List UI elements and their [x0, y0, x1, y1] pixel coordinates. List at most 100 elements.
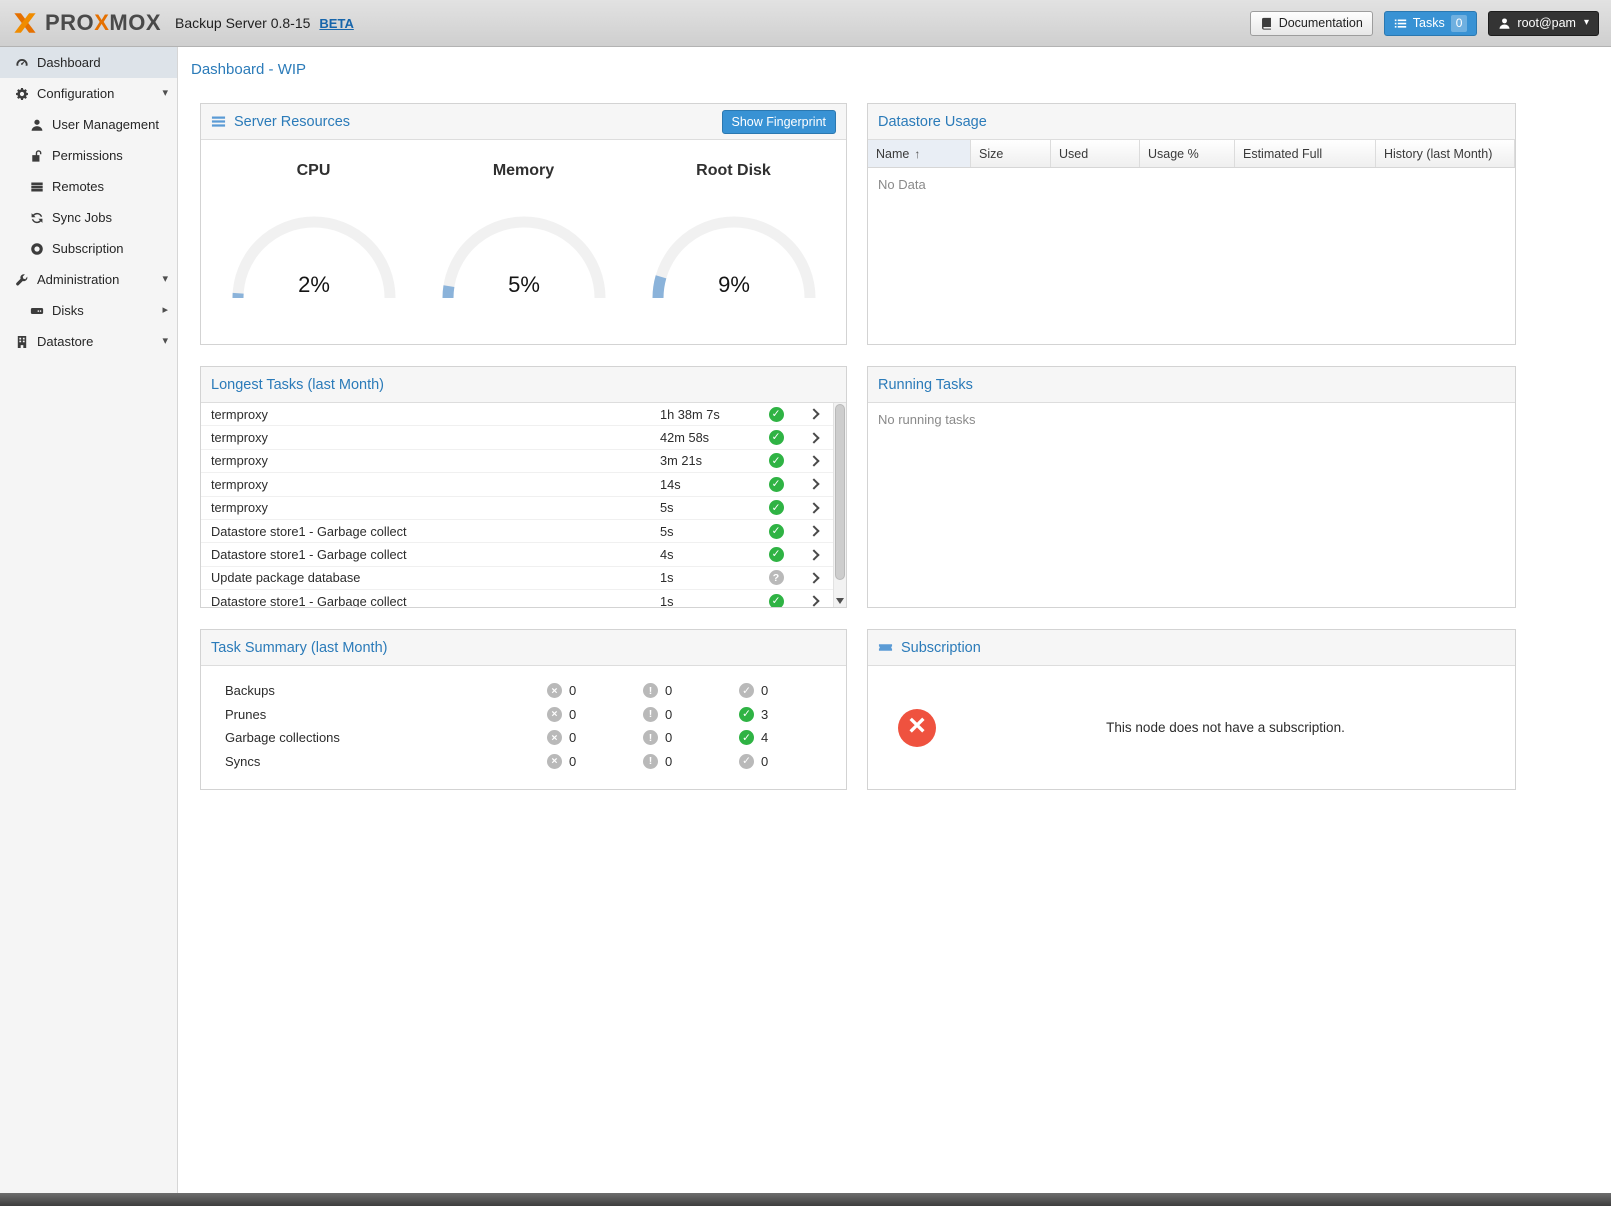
- hdd-icon: [28, 304, 45, 318]
- summary-cell[interactable]: ✓3: [739, 707, 835, 722]
- task-name: Datastore store1 - Garbage collect: [211, 547, 660, 562]
- gauge-label: Memory: [423, 162, 625, 180]
- longest-tasks-panel: Longest Tasks (last Month) termproxy 1h …: [200, 366, 847, 608]
- summary-cell[interactable]: ✓4: [739, 730, 835, 745]
- chevron-right-icon[interactable]: [808, 525, 819, 536]
- task-duration: 14s: [660, 477, 757, 492]
- chevron-right-icon[interactable]: [808, 596, 819, 607]
- summary-label: Prunes: [225, 707, 547, 722]
- collapse-caret-icon[interactable]: ▾: [162, 274, 168, 285]
- gauge-label: Root Disk: [633, 162, 835, 180]
- column-header-history[interactable]: History (last Month): [1376, 140, 1515, 167]
- gauge-value-text: 2%: [298, 272, 330, 297]
- summary-cell[interactable]: ×0: [547, 707, 643, 722]
- panel-title: Server Resources: [234, 114, 350, 130]
- sidebar-item-label: User Management: [52, 117, 168, 132]
- sidebar-item-datastore[interactable]: Datastore ▾: [0, 326, 177, 357]
- collapse-caret-icon[interactable]: ▾: [162, 336, 168, 347]
- server-resources-panel: Server Resources Show Fingerprint CPU 2%…: [200, 103, 847, 345]
- sidebar-item-permissions[interactable]: Permissions: [0, 140, 177, 171]
- task-row[interactable]: Datastore store1 - Garbage collect 5s ✓: [201, 520, 833, 543]
- sidebar-item-sync-jobs[interactable]: Sync Jobs: [0, 202, 177, 233]
- sidebar-item-label: Remotes: [52, 179, 168, 194]
- sidebar-item-label: Datastore: [37, 334, 162, 349]
- chevron-right-icon[interactable]: [808, 549, 819, 560]
- summary-count: 0: [665, 683, 672, 698]
- task-status-icon: ✓: [769, 407, 784, 422]
- sidebar-item-configuration[interactable]: Configuration ▾: [0, 78, 177, 109]
- task-status-icon: ✓: [769, 430, 784, 445]
- sidebar-item-user-management[interactable]: User Management: [0, 109, 177, 140]
- cpu-gauge: CPU 2%: [213, 162, 415, 309]
- summary-cell[interactable]: ×0: [547, 754, 643, 769]
- panel-header: Longest Tasks (last Month): [201, 367, 846, 403]
- sidebar-item-administration[interactable]: Administration ▾: [0, 264, 177, 295]
- task-name: termproxy: [211, 500, 660, 515]
- error-count-icon: ×: [547, 754, 562, 769]
- chevron-right-icon[interactable]: [808, 479, 819, 490]
- user-menu-button[interactable]: root@pam ▾: [1488, 11, 1599, 36]
- datastore-usage-panel: Datastore Usage Name ↑ Size Used Usage %…: [867, 103, 1516, 345]
- chevron-right-icon[interactable]: [808, 455, 819, 466]
- task-status-icon: ✓: [769, 547, 784, 562]
- task-row[interactable]: Update package database 1s ?: [201, 567, 833, 590]
- summary-cell[interactable]: ×0: [547, 730, 643, 745]
- summary-count: 0: [569, 683, 576, 698]
- warning-count-icon: !: [643, 683, 658, 698]
- column-header-name[interactable]: Name ↑: [868, 140, 971, 167]
- warning-count-icon: !: [643, 707, 658, 722]
- tasks-button[interactable]: Tasks 0: [1384, 11, 1478, 36]
- gauges-row: CPU 2% Memory 5% Root Di: [201, 140, 846, 309]
- task-name: Datastore store1 - Garbage collect: [211, 594, 660, 607]
- task-row[interactable]: termproxy 42m 58s ✓: [201, 426, 833, 449]
- task-row[interactable]: Datastore store1 - Garbage collect 4s ✓: [201, 543, 833, 566]
- sidebar-item-dashboard[interactable]: Dashboard: [0, 47, 177, 78]
- tachometer-icon: [13, 56, 30, 70]
- task-row[interactable]: termproxy 3m 21s ✓: [201, 450, 833, 473]
- expand-caret-icon[interactable]: ▸: [162, 305, 168, 316]
- column-header-used[interactable]: Used: [1051, 140, 1140, 167]
- task-duration: 4s: [660, 547, 757, 562]
- ticket-icon: [878, 640, 893, 655]
- scrollbar[interactable]: [833, 403, 846, 607]
- chevron-right-icon[interactable]: [808, 432, 819, 443]
- column-header-size[interactable]: Size: [971, 140, 1051, 167]
- task-name: termproxy: [211, 453, 660, 468]
- summary-count: 0: [569, 707, 576, 722]
- sidebar-item-disks[interactable]: Disks ▸: [0, 295, 177, 326]
- chevron-right-icon[interactable]: [808, 409, 819, 420]
- sidebar-item-label: Sync Jobs: [52, 210, 168, 225]
- beta-link[interactable]: BETA: [319, 16, 353, 31]
- proxmox-logo[interactable]: PROXMOX: [12, 10, 161, 36]
- task-row[interactable]: termproxy 14s ✓: [201, 473, 833, 496]
- tasks-count-badge: 0: [1451, 15, 1468, 32]
- task-list-icon: [1394, 17, 1407, 30]
- sidebar-item-subscription[interactable]: Subscription: [0, 233, 177, 264]
- summary-cell[interactable]: !0: [643, 707, 739, 722]
- summary-cell[interactable]: !0: [643, 730, 739, 745]
- show-fingerprint-button[interactable]: Show Fingerprint: [722, 110, 837, 134]
- task-row[interactable]: termproxy 1h 38m 7s ✓: [201, 403, 833, 426]
- task-rows: termproxy 1h 38m 7s ✓ termproxy 42m 58s …: [201, 403, 833, 607]
- user-icon: [1498, 17, 1511, 30]
- documentation-button[interactable]: Documentation: [1250, 11, 1373, 36]
- scrollbar-down-arrow-icon[interactable]: [836, 598, 844, 604]
- scrollbar-thumb[interactable]: [835, 404, 845, 580]
- summary-cell[interactable]: ✓0: [739, 754, 835, 769]
- task-name: termproxy: [211, 407, 660, 422]
- summary-cell[interactable]: !0: [643, 683, 739, 698]
- task-row[interactable]: termproxy 5s ✓: [201, 497, 833, 520]
- summary-cell[interactable]: !0: [643, 754, 739, 769]
- column-header-estimated-full[interactable]: Estimated Full: [1235, 140, 1376, 167]
- chevron-right-icon[interactable]: [808, 502, 819, 513]
- collapse-caret-icon[interactable]: ▾: [162, 88, 168, 99]
- memory-gauge: Memory 5%: [423, 162, 625, 309]
- column-header-usage-pct[interactable]: Usage %: [1140, 140, 1235, 167]
- chevron-right-icon[interactable]: [808, 572, 819, 583]
- summary-count: 0: [665, 754, 672, 769]
- task-row[interactable]: Datastore store1 - Garbage collect 1s ✓: [201, 590, 833, 607]
- summary-cell[interactable]: ✓0: [739, 683, 835, 698]
- summary-cell[interactable]: ×0: [547, 683, 643, 698]
- wrench-icon: [13, 273, 30, 287]
- sidebar-item-remotes[interactable]: Remotes: [0, 171, 177, 202]
